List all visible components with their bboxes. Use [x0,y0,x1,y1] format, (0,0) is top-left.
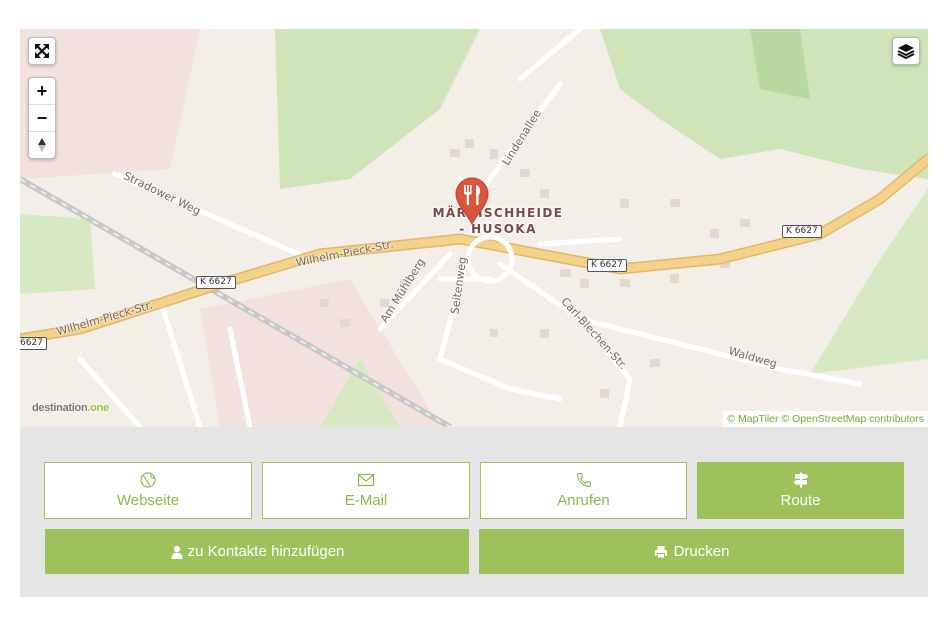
map-view[interactable]: Wilhelm-Pieck-Str. Wilhelm-Pieck-Str. St… [20,29,928,427]
print-label: Drucken [673,543,730,560]
watermark-text: destination [32,402,88,414]
printer-icon [654,545,667,558]
destination-one-logo: destination.one [32,402,109,414]
place-label-line: MÄRKISCHHEIDE [432,206,564,220]
signpost-icon [793,472,808,488]
place-label-line: - HUSOKA [459,222,537,236]
user-icon [171,545,183,559]
layers-icon[interactable] [893,38,919,64]
watermark-suffix: .one [87,402,109,414]
osm-link[interactable]: © OpenStreetMap contributors [781,413,924,425]
road-shield: K 6627 [196,276,236,289]
layers-control [892,37,920,65]
email-button[interactable]: E-Mail [262,462,470,519]
zoom-in-button[interactable]: + [29,78,55,105]
call-button[interactable]: Anrufen [480,462,687,519]
road-shield: K 6627 [587,259,627,272]
map-widget: Wilhelm-Pieck-Str. Wilhelm-Pieck-Str. St… [20,29,928,597]
fullscreen-control [28,37,56,65]
zoom-out-button[interactable]: − [29,105,55,132]
envelope-icon [357,473,375,487]
print-button[interactable]: Drucken [479,529,904,574]
add-contact-label: zu Kontakte hinzufügen [187,543,345,560]
map-attribution: © MapTiler © OpenStreetMap contributors [723,411,928,427]
website-button[interactable]: Webseite [44,462,252,519]
route-button[interactable]: Route [697,462,904,519]
website-label: Webseite [116,492,180,509]
email-label: E-Mail [344,492,388,509]
call-label: Anrufen [557,492,610,509]
road-shield: 6627 [20,337,47,350]
compass-icon[interactable] [29,132,55,158]
globe-icon [140,472,156,488]
place-label: MÄRKISCHHEIDE - HUSOKA [425,205,571,237]
route-label: Route [780,492,821,509]
add-contact-button[interactable]: zu Kontakte hinzufügen [45,529,469,574]
fullscreen-icon[interactable] [29,38,55,64]
zoom-control: + − [28,77,56,159]
maptiler-link[interactable]: © MapTiler [727,413,778,425]
phone-icon [576,472,591,488]
restaurant-icon[interactable] [454,177,490,225]
road-shield: K 6627 [782,225,822,238]
